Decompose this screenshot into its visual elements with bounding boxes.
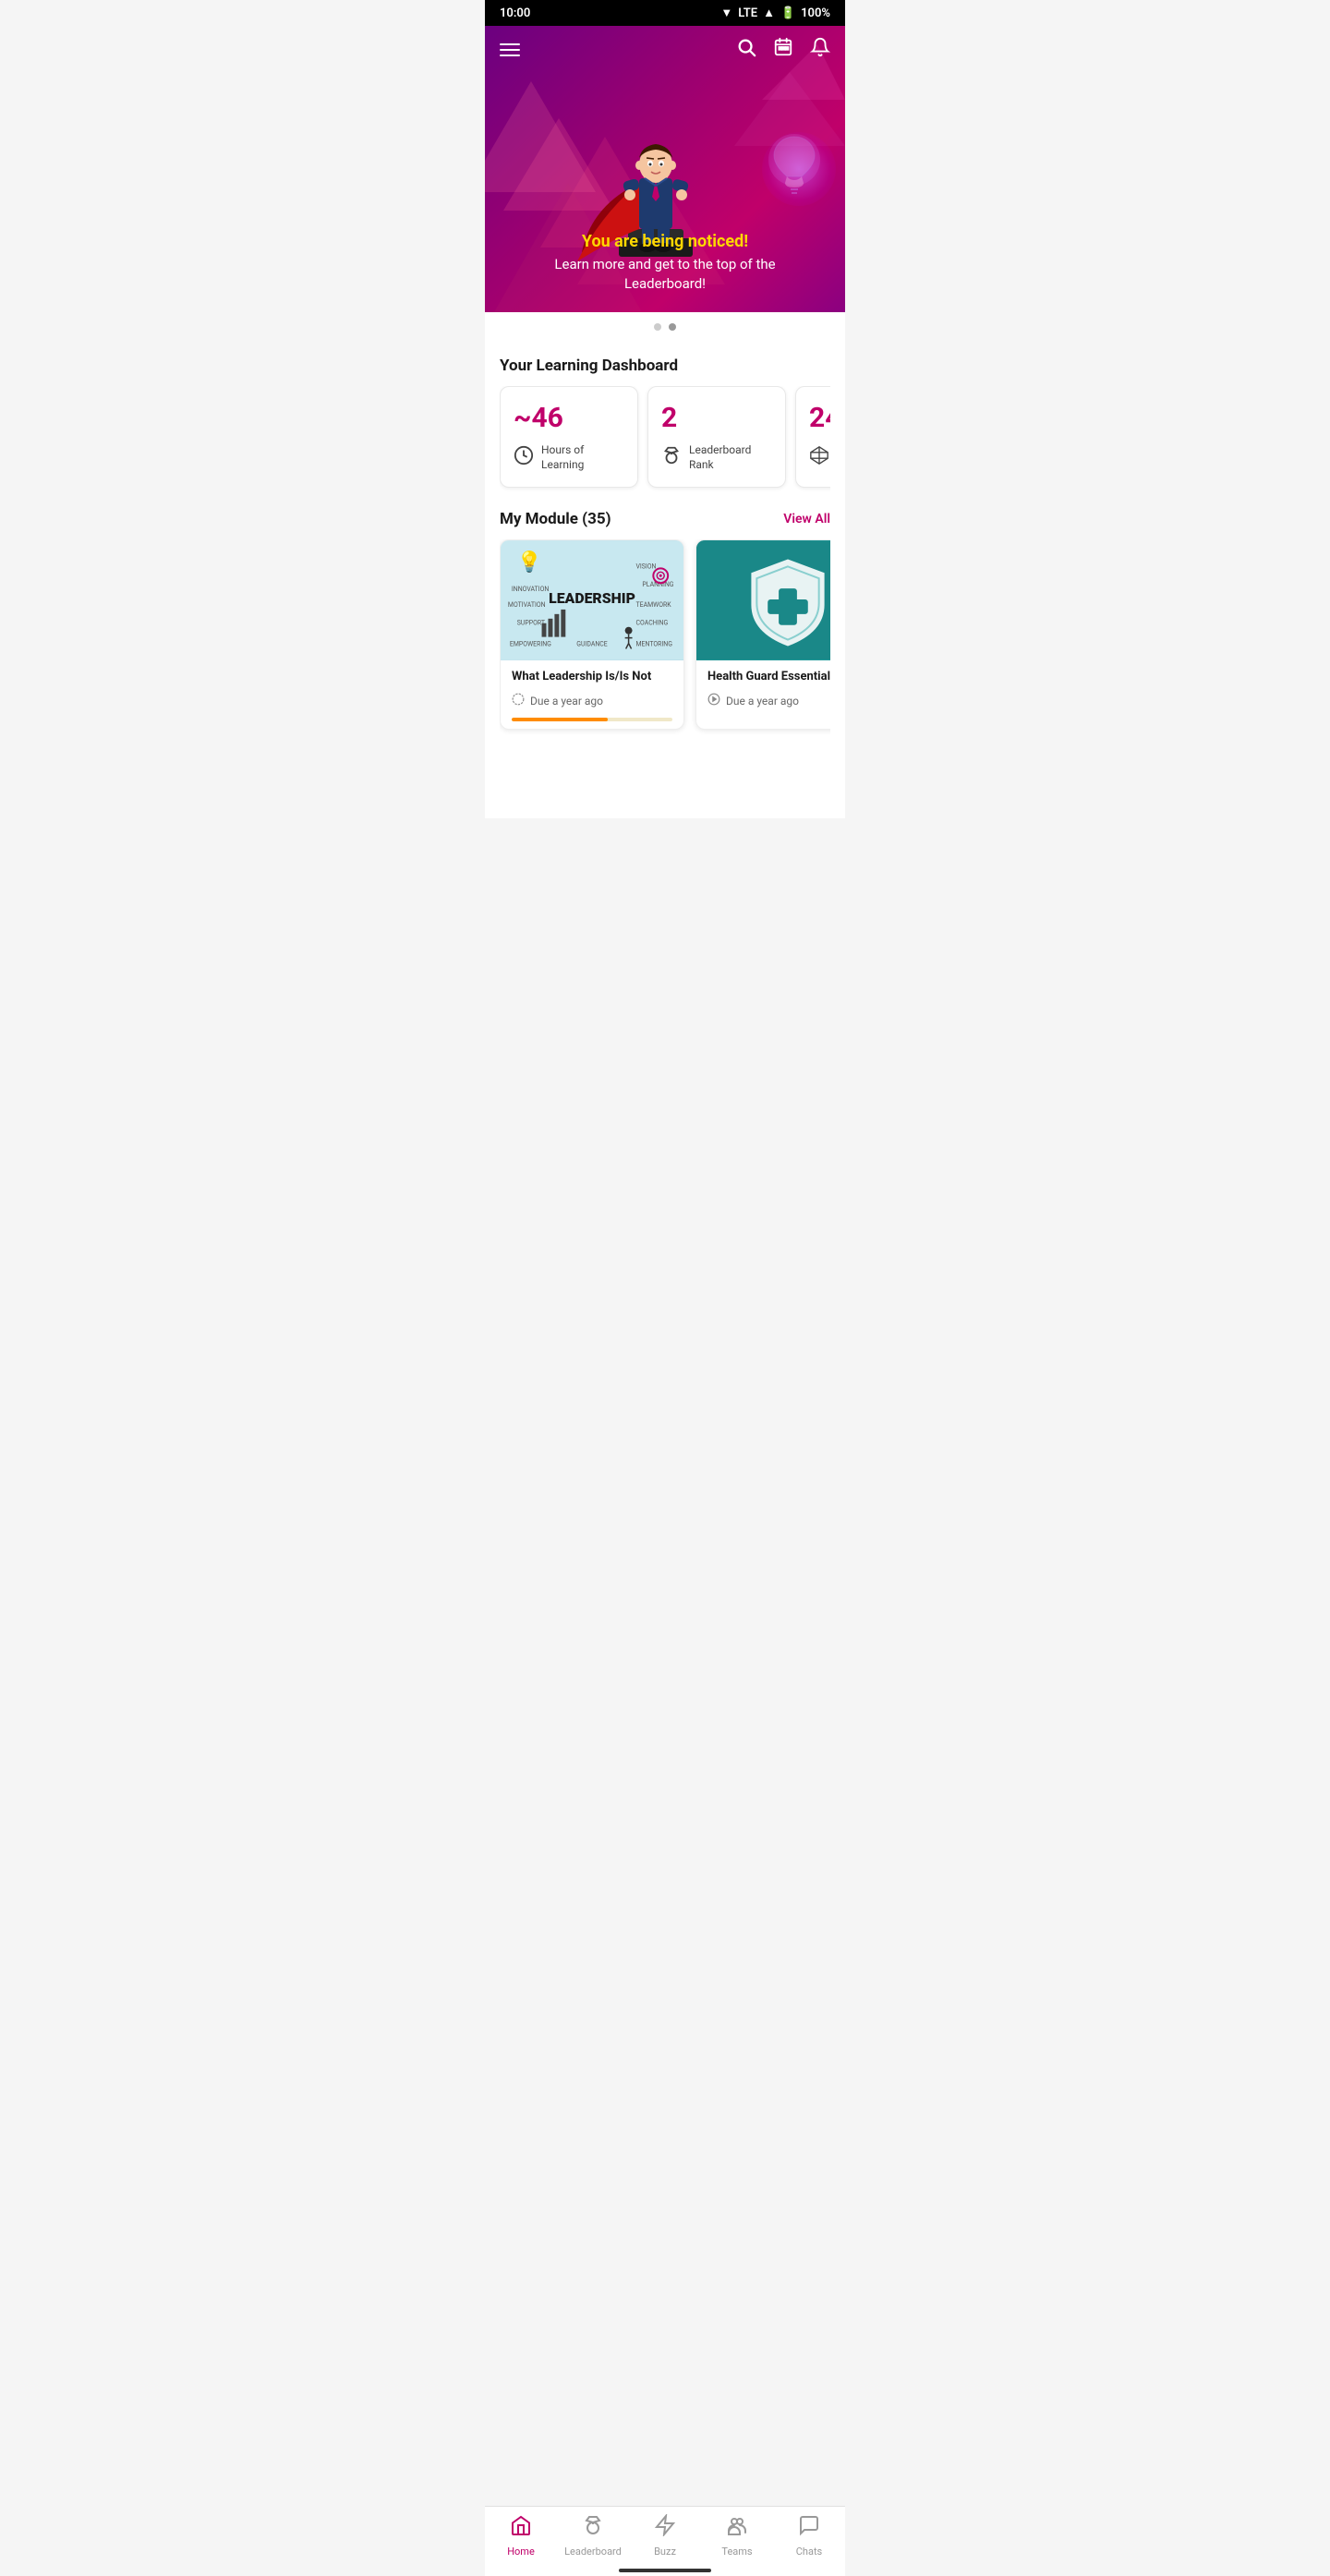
- view-all-button[interactable]: View All: [783, 512, 830, 526]
- hero-navigation: [485, 26, 845, 73]
- nav-item-buzz[interactable]: Buzz: [629, 2514, 701, 2558]
- nav-label-chats: Chats: [796, 2546, 822, 2558]
- module-title-health: Health Guard Essentials: [707, 670, 830, 685]
- network-icon: [809, 445, 829, 470]
- hamburger-line-3: [500, 54, 520, 56]
- battery-icon: 🔋: [780, 6, 795, 20]
- due-text-leadership: Due a year ago: [530, 695, 603, 707]
- nav-label-teams: Teams: [721, 2546, 752, 2558]
- svg-text:MENTORING: MENTORING: [636, 641, 673, 648]
- module-thumbnail-health: [696, 540, 830, 660]
- main-content: Your Learning Dashboard ~46 Hours ofLear…: [485, 342, 845, 818]
- search-icon[interactable]: [736, 37, 756, 62]
- due-icon-leadership: [512, 693, 525, 708]
- menu-button[interactable]: [500, 43, 520, 56]
- leaderboard-icon: [582, 2514, 604, 2542]
- svg-text:VISION: VISION: [636, 563, 657, 571]
- module-thumbnail-leadership: 💡 LEADERSHIP INNOVATION VISION PLANNING …: [501, 540, 683, 660]
- slide-indicators: [485, 312, 845, 342]
- home-indicator: [619, 2569, 711, 2572]
- svg-text:💡: 💡: [517, 550, 542, 574]
- bell-icon[interactable]: [810, 37, 830, 62]
- svg-text:MOTIVATION: MOTIVATION: [508, 601, 546, 609]
- hero-subtitle-text: Learn more and get to the top of the Lea…: [513, 255, 817, 294]
- status-icons: ▼ LTE ▲ 🔋 100%: [720, 6, 830, 20]
- clock-icon: [514, 445, 534, 470]
- nav-label-buzz: Buzz: [654, 2546, 676, 2558]
- stat-card-rank: 2 LeaderboardRank: [647, 386, 786, 488]
- due-text-health: Due a year ago: [726, 695, 799, 707]
- medal-icon: [661, 445, 682, 470]
- stat-label-hours: Hours ofLearning: [541, 443, 584, 472]
- signal-icon: ▲: [763, 6, 775, 20]
- svg-text:EMPOWERING: EMPOWERING: [510, 641, 551, 648]
- nav-item-chats[interactable]: Chats: [773, 2514, 845, 2558]
- svg-text:GUIDANCE: GUIDANCE: [576, 641, 608, 648]
- hero-highlight-text: You are being noticed!: [513, 232, 817, 251]
- hamburger-line-2: [500, 49, 520, 51]
- lte-label: LTE: [738, 6, 757, 20]
- stat-label-rank: LeaderboardRank: [689, 443, 751, 472]
- stat-value-courses: 24: [809, 402, 830, 434]
- lightbulb-icon: [767, 132, 822, 206]
- modules-grid: 💡 LEADERSHIP INNOVATION VISION PLANNING …: [500, 539, 830, 744]
- hero-nav-right: [736, 37, 830, 62]
- svg-text:COACHING: COACHING: [636, 620, 669, 627]
- battery-label: 100%: [801, 6, 830, 20]
- nav-label-home: Home: [507, 2546, 535, 2558]
- svg-text:LEADERSHIP: LEADERSHIP: [549, 589, 635, 607]
- dashboard-section-title: Your Learning Dashboard: [500, 342, 830, 386]
- status-bar: 10:00 ▼ LTE ▲ 🔋 100%: [485, 0, 845, 26]
- hamburger-line-1: [500, 43, 520, 45]
- wifi-icon: ▼: [720, 6, 732, 20]
- stat-card-courses: 24 CoursesEnrolled: [795, 386, 830, 488]
- dot-1[interactable]: [654, 323, 661, 331]
- svg-text:INNOVATION: INNOVATION: [512, 586, 549, 593]
- nav-item-teams[interactable]: Teams: [701, 2514, 773, 2558]
- teams-icon: [726, 2514, 748, 2542]
- progress-bar-leadership: [512, 718, 608, 721]
- due-icon-health: [707, 693, 720, 708]
- chats-icon: [798, 2514, 820, 2542]
- stat-value-hours: ~46: [514, 402, 624, 434]
- nav-label-leaderboard: Leaderboard: [564, 2546, 622, 2558]
- stat-bottom-courses: CoursesEnrolled: [809, 443, 830, 472]
- module-card-health[interactable]: Health Guard Essentials Due a year ago: [695, 539, 830, 730]
- home-icon: [510, 2514, 532, 2542]
- stat-bottom-hours: Hours ofLearning: [514, 443, 624, 472]
- module-info-leadership: What Leadership Is/Is Not Due a year ago: [501, 660, 683, 729]
- bottom-navigation: Home Leaderboard Buzz: [485, 2506, 845, 2576]
- nav-item-home[interactable]: Home: [485, 2514, 557, 2558]
- modules-section-title: My Module (35): [500, 510, 611, 528]
- svg-text:SUPPORT: SUPPORT: [517, 620, 545, 627]
- stat-bottom-rank: LeaderboardRank: [661, 443, 772, 472]
- modules-header: My Module (35) View All: [500, 495, 830, 539]
- module-due-health: Due a year ago: [707, 693, 830, 708]
- nav-item-leaderboard[interactable]: Leaderboard: [557, 2514, 629, 2558]
- time-display: 10:00: [500, 6, 530, 20]
- stat-card-hours: ~46 Hours ofLearning: [500, 386, 638, 488]
- stat-value-rank: 2: [661, 402, 772, 434]
- module-card-leadership[interactable]: 💡 LEADERSHIP INNOVATION VISION PLANNING …: [500, 539, 684, 730]
- hero-text-area: You are being noticed! Learn more and ge…: [485, 232, 845, 294]
- stats-row: ~46 Hours ofLearning 2: [500, 386, 830, 495]
- svg-text:TEAMWORK: TEAMWORK: [636, 601, 672, 609]
- dot-2[interactable]: [669, 323, 676, 331]
- buzz-icon: [654, 2514, 676, 2542]
- progress-bar-container-leadership: [512, 718, 672, 721]
- module-title-leadership: What Leadership Is/Is Not: [512, 670, 672, 685]
- module-due-leadership: Due a year ago: [512, 693, 672, 708]
- hero-banner: You are being noticed! Learn more and ge…: [485, 26, 845, 312]
- module-info-health: Health Guard Essentials Due a year ago: [696, 660, 830, 716]
- calendar-icon[interactable]: [773, 37, 793, 62]
